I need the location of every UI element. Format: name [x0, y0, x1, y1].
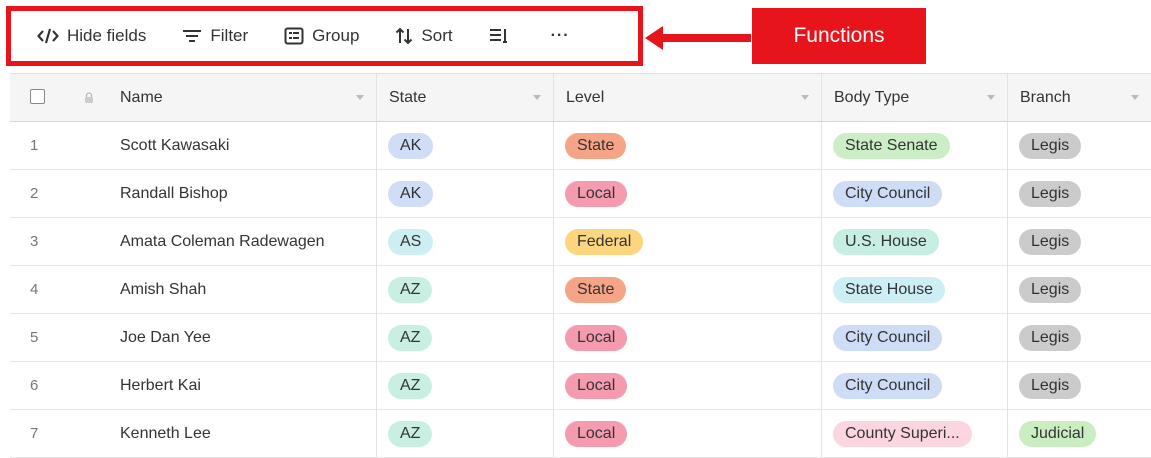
lock-icon — [84, 91, 94, 109]
body-type-pill[interactable]: U.S. House — [833, 228, 939, 255]
column-header-level-label: Level — [566, 88, 605, 106]
name-cell[interactable]: Amish Shah — [114, 281, 206, 299]
level-pill[interactable]: Local — [565, 372, 628, 399]
hide-fields-icon — [37, 28, 59, 44]
state-pill[interactable]: AZ — [388, 372, 433, 399]
chevron-down-icon[interactable] — [533, 95, 541, 100]
column-header-branch-label: Branch — [1020, 88, 1071, 106]
level-pill[interactable]: Local — [565, 324, 628, 351]
filter-button[interactable]: Filter — [182, 26, 248, 46]
name-cell[interactable]: Kenneth Lee — [114, 425, 211, 443]
column-header-level[interactable]: Level — [554, 74, 822, 121]
group-label: Group — [312, 26, 360, 45]
branch-pill[interactable]: Legis — [1019, 372, 1082, 399]
callout-arrow-icon — [645, 26, 751, 50]
row-number: 6 — [30, 377, 39, 394]
name-cell[interactable]: Amata Coleman Radewagen — [114, 233, 325, 251]
chevron-down-icon[interactable] — [987, 95, 995, 100]
body-type-pill[interactable]: City Council — [833, 180, 943, 207]
name-cell[interactable]: Scott Kawasaki — [114, 137, 229, 155]
table-row[interactable]: 4 Amish Shah AZ State State House Legis — [10, 266, 1151, 314]
chevron-down-icon[interactable] — [1131, 95, 1139, 100]
chevron-down-icon[interactable] — [356, 95, 364, 100]
body-type-pill[interactable]: State Senate — [833, 132, 950, 159]
hide-fields-button[interactable]: Hide fields — [37, 26, 146, 46]
row-height-button[interactable] — [489, 27, 509, 45]
level-pill[interactable]: State — [565, 132, 627, 159]
branch-pill[interactable]: Legis — [1019, 276, 1082, 303]
state-pill[interactable]: AK — [388, 132, 434, 159]
group-button[interactable]: Group — [284, 26, 359, 46]
state-pill[interactable]: AZ — [388, 420, 433, 447]
column-header-branch[interactable]: Branch — [1008, 74, 1151, 121]
sort-button[interactable]: Sort — [395, 26, 453, 46]
column-header-name[interactable]: Name — [114, 74, 377, 121]
more-options-button[interactable]: ··· — [551, 27, 570, 45]
level-pill[interactable]: Local — [565, 180, 628, 207]
row-number: 5 — [30, 329, 39, 346]
filter-label: Filter — [210, 26, 249, 45]
select-all-checkbox[interactable] — [30, 89, 45, 104]
row-number: 7 — [30, 425, 39, 442]
level-pill[interactable]: Local — [565, 420, 628, 447]
row-height-icon — [489, 27, 509, 45]
branch-pill[interactable]: Judicial — [1019, 420, 1097, 447]
state-pill[interactable]: AS — [388, 228, 434, 255]
row-number: 4 — [30, 281, 39, 298]
body-type-pill[interactable]: State House — [833, 276, 946, 303]
branch-pill[interactable]: Legis — [1019, 324, 1082, 351]
sort-icon — [395, 27, 413, 45]
name-cell[interactable]: Herbert Kai — [114, 377, 201, 395]
branch-pill[interactable]: Legis — [1019, 180, 1082, 207]
table-row[interactable]: 3 Amata Coleman Radewagen AS Federal U.S… — [10, 218, 1151, 266]
column-header-name-label: Name — [120, 88, 163, 106]
state-pill[interactable]: AK — [388, 180, 434, 207]
row-number: 3 — [30, 233, 39, 250]
name-cell[interactable]: Randall Bishop — [114, 185, 228, 203]
table-row[interactable]: 1 Scott Kawasaki AK State State Senate L… — [10, 122, 1151, 170]
row-number: 1 — [30, 137, 39, 154]
table-row[interactable]: 2 Randall Bishop AK Local City Council L… — [10, 170, 1151, 218]
group-icon — [284, 27, 304, 45]
chevron-down-icon[interactable] — [801, 95, 809, 100]
body-type-pill[interactable]: County Superi... — [833, 420, 972, 447]
grid-header: Name State Level Body Type Branch — [10, 73, 1151, 122]
state-pill[interactable]: AZ — [388, 276, 433, 303]
column-header-state-label: State — [389, 88, 427, 106]
body-type-pill[interactable]: City Council — [833, 372, 943, 399]
body-type-pill[interactable]: City Council — [833, 324, 943, 351]
functions-callout: Functions — [752, 8, 926, 64]
table-row[interactable]: 7 Kenneth Lee AZ Local County Superi... … — [10, 410, 1151, 458]
level-pill[interactable]: Federal — [565, 228, 644, 255]
view-toolbar: Hide fields Filter Group Sort ··· — [6, 6, 643, 66]
more-icon: ··· — [550, 27, 570, 44]
filter-icon — [182, 29, 202, 43]
branch-pill[interactable]: Legis — [1019, 132, 1082, 159]
table-row[interactable]: 6 Herbert Kai AZ Local City Council Legi… — [10, 362, 1151, 410]
header-select-cell — [10, 74, 114, 121]
column-header-body-type[interactable]: Body Type — [822, 74, 1008, 121]
name-cell[interactable]: Joe Dan Yee — [114, 329, 211, 347]
row-number: 2 — [30, 185, 39, 202]
state-pill[interactable]: AZ — [388, 324, 433, 351]
level-pill[interactable]: State — [565, 276, 627, 303]
branch-pill[interactable]: Legis — [1019, 228, 1082, 255]
column-header-body-type-label: Body Type — [834, 88, 910, 106]
hide-fields-label: Hide fields — [67, 26, 147, 45]
column-header-state[interactable]: State — [377, 74, 554, 121]
table-row[interactable]: 5 Joe Dan Yee AZ Local City Council Legi… — [10, 314, 1151, 362]
sort-label: Sort — [421, 26, 453, 45]
